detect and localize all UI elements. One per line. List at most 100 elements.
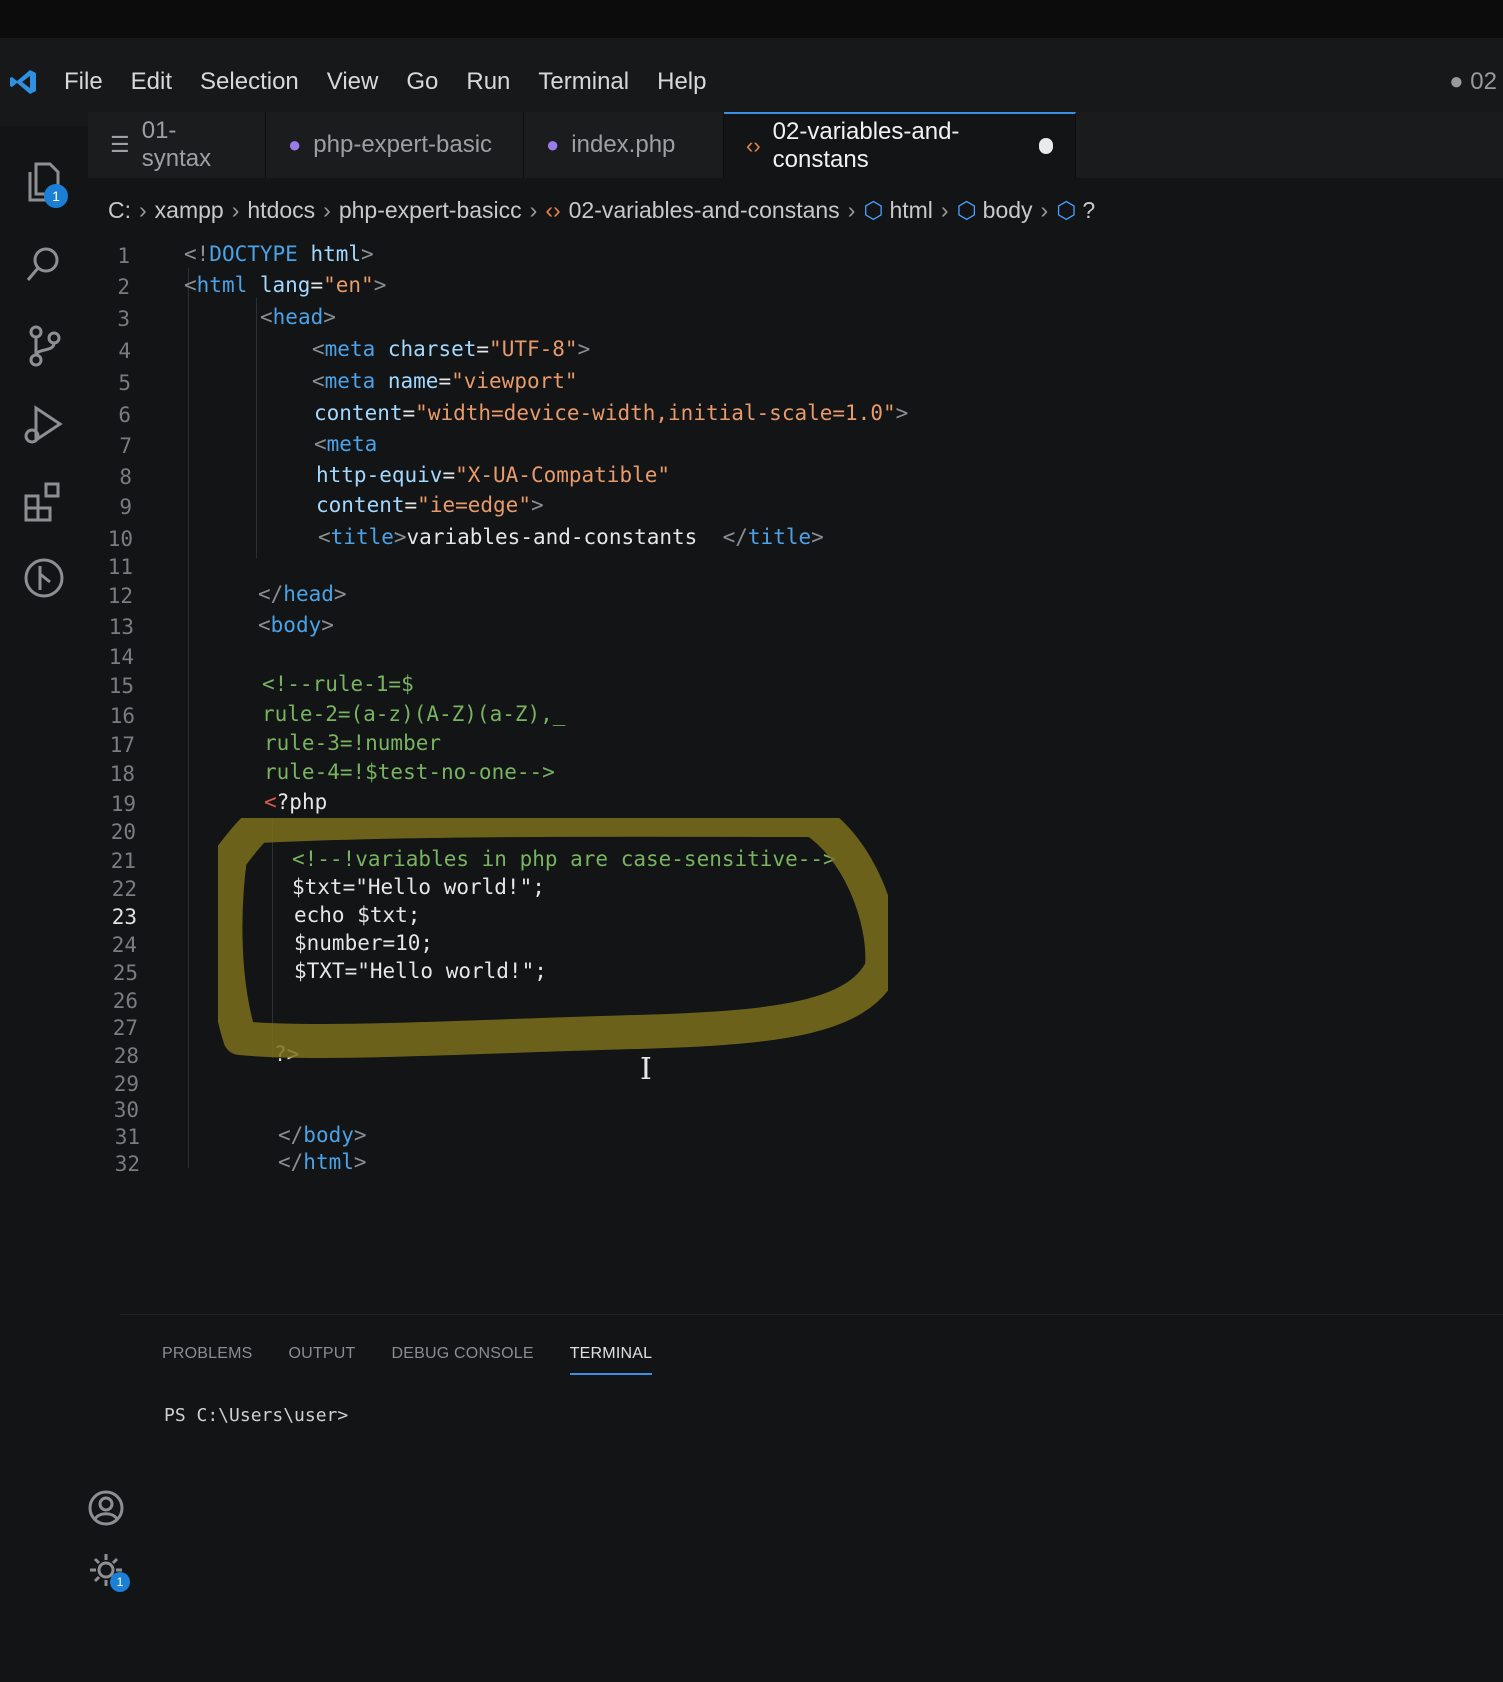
breadcrumb-item[interactable]: html [889,197,932,224]
code-text: <html lang="en"> [184,273,387,297]
breadcrumb-item[interactable]: 02-variables-and-constans [569,197,840,224]
code-line[interactable]: 17 rule-3=!number [88,729,441,761]
explorer-icon[interactable]: 1 [18,156,70,208]
code-line[interactable]: 11 [88,551,133,583]
code-line[interactable]: 32 </html> [88,1148,367,1180]
code-line[interactable]: 18 rule-4=!$test-no-one--> [88,758,555,790]
code-line[interactable]: 12 </head> [88,580,347,612]
tab-01-syntax[interactable]: ☰ 01-syntax [88,112,266,178]
code-line[interactable]: 2 <html lang="en"> [88,271,386,303]
line-number: 7 [119,434,132,458]
chevron-right-icon: › [940,196,949,223]
code-text: ?> [274,1042,300,1066]
line-number: 18 [109,762,135,786]
unsaved-dot-icon[interactable] [1039,138,1053,154]
chevron-right-icon: › [139,196,147,223]
breadcrumb-item[interactable]: htdocs [247,197,315,224]
breadcrumb-item[interactable]: C: [108,197,131,224]
tab-terminal[interactable]: TERMINAL [569,1345,653,1375]
account-icon[interactable] [86,1488,126,1533]
breadcrumb-item[interactable]: ? [1082,197,1095,224]
search-icon[interactable] [18,238,70,290]
code-line[interactable]: 1 <!DOCTYPE html> [88,240,373,272]
gear-icon[interactable]: 1 [86,1550,130,1599]
line-number: 9 [119,495,132,519]
line-number: 3 [117,307,130,331]
menu-go[interactable]: Go [406,68,438,96]
bottom-panel: PROBLEMS OUTPUT DEBUG CONSOLE TERMINAL P… [120,1314,1503,1682]
menu-selection[interactable]: Selection [200,68,299,96]
indent-guide [256,298,257,558]
line-number: 29 [113,1072,139,1096]
code-text: <meta name="viewport" [312,369,578,393]
menu-terminal[interactable]: Terminal [538,68,629,96]
code-text: content="width=device-width,initial-scal… [314,401,909,425]
vscode-logo-icon [10,70,36,94]
chevron-right-icon: › [1040,196,1049,223]
code-line[interactable]: 14 [88,641,134,673]
code-text: rule-4=!$test-no-one--> [264,760,555,784]
tab-output[interactable]: OUTPUT [289,1345,356,1375]
code-line[interactable]: 4 <meta charset="UTF-8"> [88,335,590,367]
menu-edit[interactable]: Edit [131,68,172,96]
line-number: 31 [114,1125,140,1149]
line-number: 8 [119,465,132,489]
line-number: 12 [107,584,133,608]
line-number: 32 [114,1152,140,1176]
tab-debug-console[interactable]: DEBUG CONSOLE [392,1345,534,1375]
breadcrumb: C: › xampp › htdocs › php-expert-basicc › ‹›… [108,194,1095,226]
breadcrumb-item[interactable]: php-expert-basicc [339,197,522,224]
menu-help[interactable]: Help [657,68,706,96]
line-number: 30 [113,1098,139,1122]
code-text: $txt="Hello world!"; [292,875,545,899]
menu-view[interactable]: View [327,68,379,96]
tab-02-variables-and-constans[interactable]: ‹› 02-variables-and-constans [724,112,1076,178]
code-line[interactable]: 8 http-equiv="X-UA-Compatible" [88,461,670,493]
line-number: 19 [110,792,136,816]
php-elephant-icon: ● [288,132,302,157]
line-number: 5 [118,371,131,395]
chevron-right-icon: › [231,196,240,223]
settings-badge: 1 [110,1572,130,1592]
tab-problems[interactable]: PROBLEMS [162,1345,253,1375]
code-line[interactable]: 3 <head> [88,303,336,335]
code-line[interactable]: 9 content="ie=edge"> [88,491,543,523]
code-line[interactable]: 6 content="width=device-width,initial-sca… [88,399,908,431]
timeline-icon[interactable] [18,552,70,604]
activity-bar: 1 [0,126,88,1682]
code-line[interactable]: 5 <meta name="viewport" [88,367,577,399]
code-text: <meta charset="UTF-8"> [312,337,591,361]
line-number: 25 [112,961,138,985]
tab-label: 02-variables-and-constans [772,118,960,173]
terminal-prompt[interactable]: PS C:\Users\user> [164,1405,348,1426]
menu-run[interactable]: Run [466,68,510,96]
tab-label: php-expert-basic [313,131,493,158]
line-number: 27 [112,1016,138,1040]
code-line[interactable]: 20 [88,816,136,848]
line-number: 16 [109,704,135,728]
menu-file[interactable]: File [64,68,103,96]
code-line[interactable]: 16 rule-2=(a-z)(A-Z)(a-Z),_ [88,700,566,732]
line-number: 17 [109,733,135,757]
extensions-icon[interactable] [18,476,70,528]
breadcrumb-item[interactable]: xampp [155,197,224,224]
tab-php-expert-basic[interactable]: ● php-expert-basic [266,112,524,178]
source-control-icon[interactable] [18,320,70,372]
line-number: 21 [110,849,136,873]
breadcrumb-item[interactable]: body [983,197,1033,224]
code-text: <!--!variables in php are case-sensitive… [292,847,836,871]
code-line[interactable]: 7 <meta [88,430,377,462]
line-number: 11 [107,555,133,579]
run-debug-icon[interactable] [18,398,70,450]
code-editor[interactable]: 1 <!DOCTYPE html> 2 <html lang="en"> 3 <head>… [88,228,1503,1278]
tab-index-php[interactable]: ● index.php [524,112,724,178]
code-line[interactable]: 13 <body> [88,611,334,643]
list-icon: ☰ [110,132,130,157]
window-title: ● 02 [1449,68,1497,95]
code-text: </html> [278,1150,367,1174]
code-line[interactable]: 15 <!--rule-1=$ [88,670,414,702]
php-elephant-icon: ● [546,132,560,157]
panel-tabs: PROBLEMS OUTPUT DEBUG CONSOLE TERMINAL [162,1345,688,1375]
line-number: 23 [111,905,137,929]
html-icon: ‹› [746,133,761,158]
